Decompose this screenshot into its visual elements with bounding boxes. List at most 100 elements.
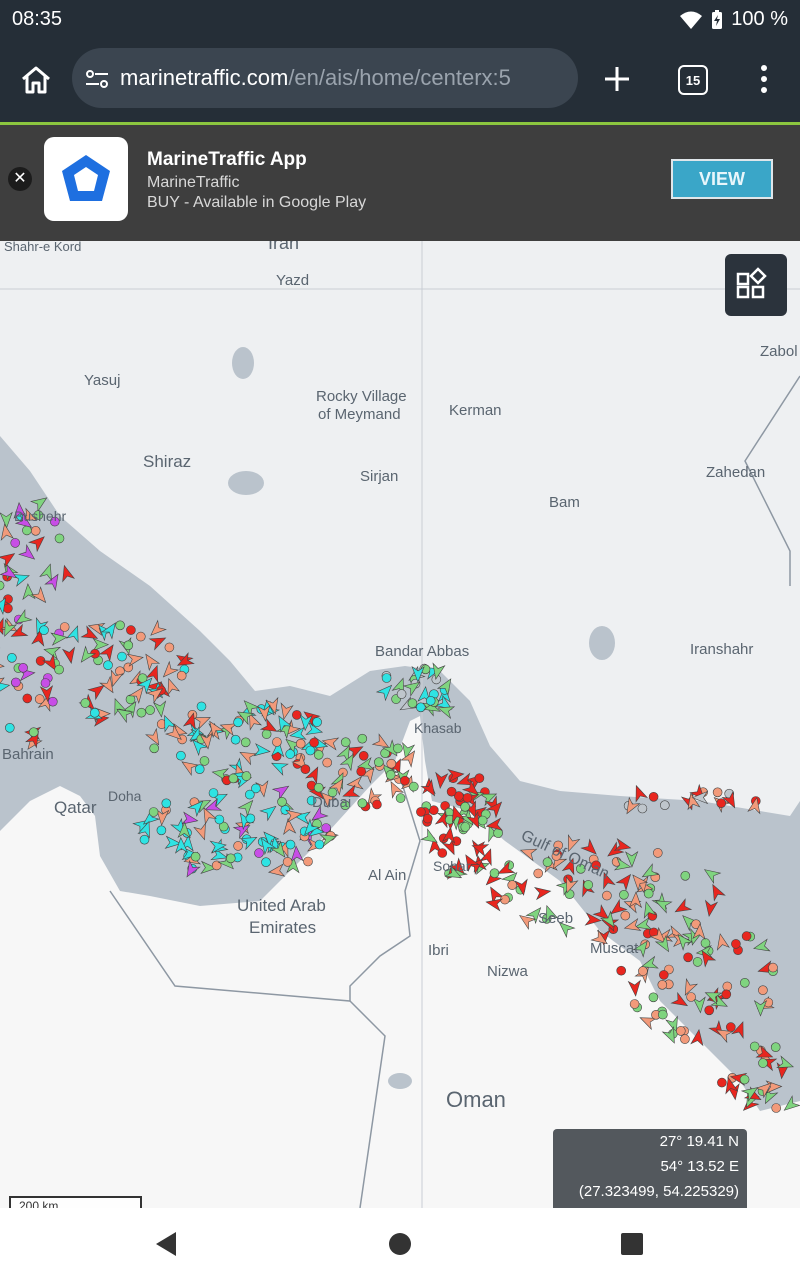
vessel-marker[interactable] (90, 707, 100, 718)
vessel-marker[interactable] (156, 825, 167, 836)
vessel-marker[interactable] (400, 775, 410, 786)
vessel-marker[interactable] (0, 511, 13, 529)
vessel-marker[interactable] (176, 750, 186, 761)
vessel-marker[interactable] (164, 642, 175, 653)
vessel-marker[interactable] (43, 644, 62, 660)
vessel-marker[interactable] (139, 834, 150, 845)
vessel-marker[interactable] (542, 857, 553, 868)
app-icon[interactable] (44, 137, 128, 221)
vessel-marker[interactable] (5, 722, 15, 733)
vessel-marker[interactable] (3, 603, 13, 614)
vessel-marker[interactable] (629, 999, 640, 1009)
vessel-marker[interactable] (30, 525, 41, 536)
vessel-marker[interactable] (758, 985, 768, 996)
vessel-marker[interactable] (300, 764, 311, 775)
vessel-marker[interactable] (615, 871, 636, 892)
vessel-marker[interactable] (261, 729, 272, 739)
vessel-marker[interactable] (770, 1042, 781, 1053)
vessel-marker[interactable] (381, 673, 392, 683)
vessel-marker[interactable] (652, 848, 663, 858)
vessel-marker[interactable] (741, 931, 752, 941)
vessel-marker[interactable] (0, 658, 5, 672)
vessel-marker[interactable] (39, 625, 49, 636)
vessel-marker[interactable] (176, 670, 187, 681)
vessel-marker[interactable] (680, 1034, 690, 1044)
vessel-marker[interactable] (408, 781, 419, 792)
vessel-marker[interactable] (396, 689, 407, 699)
vessel-marker[interactable] (126, 625, 136, 635)
vessel-marker[interactable] (683, 952, 693, 963)
vessel-marker[interactable] (226, 853, 236, 864)
vessel-marker[interactable] (313, 782, 324, 793)
vessel-marker[interactable] (115, 620, 125, 631)
vessel-marker[interactable] (62, 646, 77, 664)
home-icon[interactable] (18, 62, 54, 98)
vessel-marker[interactable] (346, 776, 364, 791)
vessel-marker[interactable] (240, 737, 251, 748)
vessel-marker[interactable] (358, 750, 369, 761)
vessel-marker[interactable] (739, 977, 750, 988)
vessel-marker[interactable] (148, 807, 159, 817)
home-nav-icon[interactable] (386, 1230, 414, 1258)
vessel-marker[interactable] (672, 898, 693, 917)
vessel-marker[interactable] (658, 970, 669, 980)
vessel-marker[interactable] (357, 733, 368, 744)
vessel-marker[interactable] (340, 737, 351, 748)
vessel-marker[interactable] (643, 888, 654, 899)
vessel-marker[interactable] (230, 734, 241, 745)
vessel-marker[interactable] (295, 738, 306, 749)
recents-icon[interactable] (618, 1230, 646, 1258)
vessel-marker[interactable] (261, 857, 271, 868)
vessel-marker[interactable] (272, 737, 282, 747)
vessel-marker[interactable] (659, 800, 670, 811)
vessel-marker[interactable] (717, 1077, 727, 1088)
vessel-marker[interactable] (22, 583, 36, 601)
vessel-marker[interactable] (637, 803, 648, 814)
vessel-marker[interactable] (686, 992, 696, 1002)
vessel-marker[interactable] (309, 737, 319, 748)
vessel-marker[interactable] (507, 880, 518, 890)
vessel-marker[interactable] (373, 757, 384, 768)
vessel-marker[interactable] (253, 743, 271, 758)
vessel-marker[interactable] (648, 992, 659, 1003)
vessel-marker[interactable] (92, 637, 110, 652)
vessel-marker[interactable] (460, 801, 470, 812)
vessel-marker[interactable] (422, 813, 433, 824)
vessel-marker[interactable] (583, 880, 594, 890)
vessel-marker[interactable] (54, 533, 65, 544)
vessel-marker[interactable] (299, 714, 313, 732)
vessel-marker[interactable] (303, 856, 313, 867)
vessel-marker[interactable] (771, 1103, 782, 1113)
vessel-marker[interactable] (22, 693, 33, 704)
vessel-marker[interactable] (701, 865, 722, 884)
vessel-marker[interactable] (117, 651, 127, 662)
vessel-marker[interactable] (314, 839, 325, 850)
vessel-marker[interactable] (407, 698, 418, 709)
vessel-marker[interactable] (241, 771, 252, 781)
vessel-marker[interactable] (489, 868, 500, 879)
vessel-marker[interactable] (474, 773, 485, 784)
vessel-marker[interactable] (749, 1041, 760, 1052)
vessel-marker[interactable] (228, 773, 239, 784)
vessel-marker[interactable] (675, 1026, 686, 1036)
vessel-marker[interactable] (18, 544, 38, 564)
map-layers-button[interactable] (725, 254, 787, 316)
vessel-marker[interactable] (214, 814, 225, 825)
vessel-marker[interactable] (199, 756, 210, 766)
address-bar[interactable]: marinetraffic.com/en/ais/home/centerx:5 (72, 48, 578, 108)
vessel-marker[interactable] (657, 979, 668, 990)
vessel-marker[interactable] (721, 989, 732, 1000)
vessel-marker[interactable] (40, 678, 51, 688)
vessel-marker[interactable] (752, 938, 771, 954)
vessel-marker[interactable] (393, 743, 403, 754)
vessel-marker[interactable] (103, 660, 113, 671)
vessel-marker[interactable] (59, 564, 76, 583)
vessel-marker[interactable] (722, 981, 733, 992)
vessel-marker[interactable] (704, 1005, 715, 1016)
vessel-marker[interactable] (372, 799, 382, 810)
vessel-marker[interactable] (322, 757, 333, 768)
vessel-marker[interactable] (208, 788, 219, 798)
vessel-marker[interactable] (259, 802, 279, 822)
url-text[interactable]: marinetraffic.com/en/ais/home/centerx:5 (120, 65, 511, 91)
vessel-marker[interactable] (145, 705, 155, 715)
